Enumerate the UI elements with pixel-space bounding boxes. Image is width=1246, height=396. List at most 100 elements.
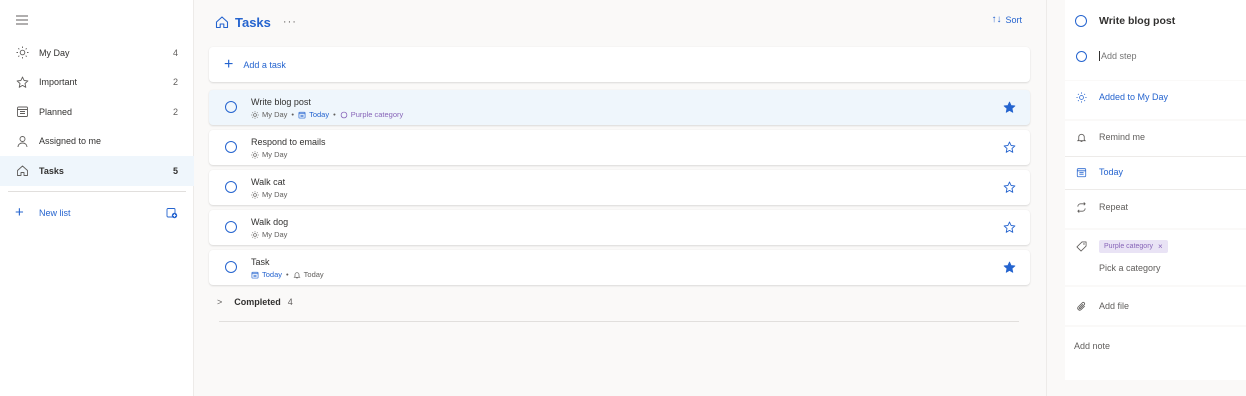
- add-task-input[interactable]: + Add a task: [209, 47, 1030, 82]
- add-step-row: [1075, 50, 1246, 62]
- sun-icon: [16, 46, 29, 59]
- page-title: Tasks: [235, 14, 271, 30]
- task-title: Walk dog: [251, 217, 289, 227]
- category-circle-icon: [340, 111, 347, 118]
- task-title: Write blog post: [251, 97, 311, 107]
- task-row[interactable]: Walk cat My Day: [209, 170, 1030, 205]
- my-day-text: My Day: [262, 150, 288, 159]
- my-day-tag: My Day: [251, 230, 287, 239]
- note-card[interactable]: Add note: [1065, 327, 1246, 380]
- new-list-label: New list: [39, 208, 71, 218]
- sidebar-item-label: Planned: [39, 106, 73, 117]
- task-row[interactable]: Respond to emails My Day: [209, 130, 1030, 165]
- detail-task-title[interactable]: Write blog post: [1099, 15, 1175, 27]
- calendar-icon: [298, 111, 306, 118]
- category-chip[interactable]: Purple category ×: [1099, 240, 1168, 253]
- bell-icon: [293, 271, 301, 278]
- new-list-button[interactable]: + New list: [0, 203, 194, 223]
- sun-icon: [1075, 91, 1087, 103]
- star-filled-icon[interactable]: [1003, 261, 1016, 274]
- reminder-text: Today: [303, 270, 324, 279]
- sidebar-item-assigned-to-me[interactable]: Assigned to me: [0, 127, 194, 157]
- star-outline-icon[interactable]: [1003, 221, 1016, 234]
- sort-button[interactable]: ↑↓ Sort: [991, 14, 1022, 25]
- due-date-tag: Today: [251, 270, 282, 279]
- sidebar-item-my-day[interactable]: My Day 4: [0, 38, 194, 68]
- sidebar-item-label: Assigned to me: [39, 136, 102, 147]
- sun-icon: [251, 190, 259, 199]
- sidebar-item-tasks[interactable]: Tasks 5: [0, 156, 194, 186]
- task-meta: My Day: [251, 230, 287, 239]
- sidebar-item-planned[interactable]: Planned 2: [0, 97, 194, 127]
- sidebar-item-count: 2: [172, 77, 178, 88]
- category-text: Purple category: [350, 110, 404, 119]
- completed-section-toggle[interactable]: > Completed 4: [217, 297, 293, 307]
- add-note-row: Add note: [1074, 341, 1246, 351]
- completed-count: 4: [287, 297, 293, 307]
- dates-card: Remind me Today Repeat: [1065, 121, 1246, 228]
- paperclip-icon: [1075, 300, 1087, 312]
- star-outline-icon[interactable]: [1003, 141, 1016, 154]
- tag-icon: [1075, 241, 1087, 253]
- complete-task-checkbox[interactable]: [225, 101, 237, 113]
- due-date-label: Today: [1099, 167, 1124, 177]
- add-note-label: Add note: [1074, 341, 1111, 351]
- task-list-pane: Tasks ··· ↑↓ Sort + Add a task Write blo…: [195, 0, 1046, 396]
- add-step-input[interactable]: [1099, 51, 1219, 61]
- sort-icon: ↑↓: [991, 14, 1002, 25]
- sidebar-divider: [8, 191, 186, 192]
- task-detail-pane: Write blog post Added to My Day Remind m…: [1046, 0, 1246, 396]
- task-title: Respond to emails: [251, 137, 326, 147]
- add-task-label: Add a task: [243, 59, 286, 70]
- star-filled-icon[interactable]: [1003, 101, 1016, 114]
- complete-task-checkbox[interactable]: [1075, 15, 1087, 27]
- calendar-icon: [16, 105, 29, 118]
- calendar-icon: [1075, 166, 1087, 178]
- sort-label: Sort: [1005, 14, 1022, 25]
- plus-icon: +: [224, 55, 234, 73]
- repeat-row[interactable]: Repeat: [1075, 201, 1246, 213]
- complete-task-checkbox[interactable]: [225, 261, 237, 273]
- home-icon: [215, 15, 229, 29]
- added-to-my-day-row: Added to My Day: [1075, 91, 1246, 103]
- remind-me-label: Remind me: [1099, 132, 1146, 142]
- task-meta: My Day • Today • Purple category: [251, 110, 403, 119]
- task-row[interactable]: Walk dog My Day: [209, 210, 1030, 245]
- more-options-button[interactable]: ···: [283, 16, 297, 28]
- hamburger-menu-icon[interactable]: [15, 14, 29, 26]
- my-day-tag: My Day: [251, 190, 287, 199]
- task-title-card: Write blog post: [1065, 0, 1246, 80]
- add-file-card[interactable]: Add file: [1065, 287, 1246, 325]
- sidebar-item-count: 5: [172, 165, 178, 176]
- my-day-card[interactable]: Added to My Day: [1065, 81, 1246, 119]
- remove-category-icon[interactable]: ×: [1158, 242, 1163, 251]
- task-row[interactable]: Write blog post My Day • Today • Purple …: [209, 90, 1030, 125]
- complete-task-checkbox[interactable]: [225, 221, 237, 233]
- sidebar-item-count: 4: [172, 47, 178, 58]
- repeat-icon: [1075, 201, 1087, 213]
- add-file-row: Add file: [1075, 300, 1246, 312]
- star-outline-icon[interactable]: [1003, 181, 1016, 194]
- star-icon: [16, 76, 29, 89]
- my-day-tag: My Day: [251, 110, 287, 119]
- step-circle-icon: [1075, 50, 1087, 62]
- remind-me-row[interactable]: Remind me: [1075, 131, 1246, 143]
- list-header: Tasks ···: [215, 12, 297, 32]
- sidebar-item-count: 2: [172, 106, 178, 117]
- task-row[interactable]: Task Today • Today: [209, 250, 1030, 285]
- task-meta: Today • Today: [251, 270, 324, 279]
- new-group-icon[interactable]: [166, 207, 178, 219]
- sidebar: My Day 4 Important 2 Planned 2 Assigned …: [0, 0, 194, 396]
- detail-title-row: Write blog post: [1075, 15, 1246, 27]
- my-day-text: My Day: [262, 190, 288, 199]
- sidebar-item-important[interactable]: Important 2: [0, 68, 194, 98]
- sun-icon: [251, 150, 259, 159]
- pick-category-row[interactable]: Pick a category: [1099, 263, 1246, 273]
- add-file-label: Add file: [1099, 301, 1130, 311]
- complete-task-checkbox[interactable]: [225, 141, 237, 153]
- category-chip-label: Purple category: [1104, 243, 1154, 250]
- complete-task-checkbox[interactable]: [225, 181, 237, 193]
- completed-label: Completed: [234, 297, 281, 307]
- sidebar-item-label: Important: [39, 77, 78, 88]
- due-date-row[interactable]: Today: [1075, 166, 1246, 178]
